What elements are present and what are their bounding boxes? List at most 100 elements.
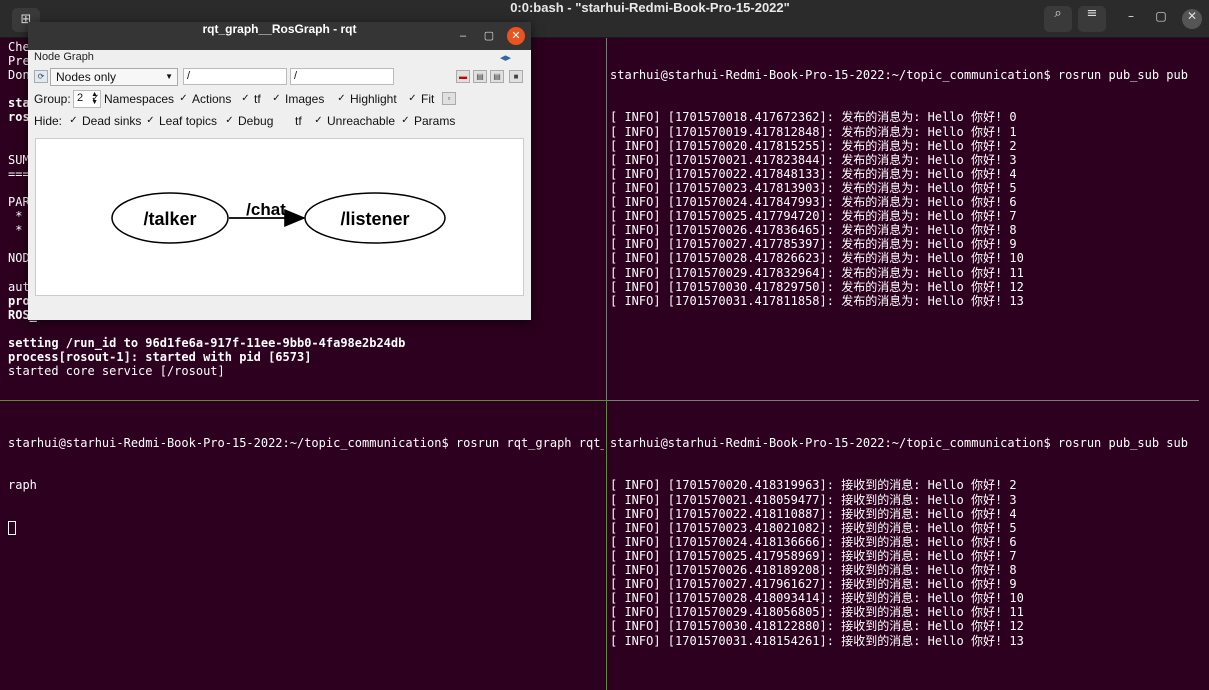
- checkbox-label: Fit: [421, 92, 435, 106]
- terminal-pane-bottom-right[interactable]: starhui@starhui-Redmi-Book-Pro-15-2022:~…: [610, 408, 1206, 688]
- save-svg-icon[interactable]: ▤: [490, 70, 504, 83]
- terminal-line: [ INFO] [1701570030.418122880]: 接收到的消息: …: [610, 619, 1024, 634]
- group-label: Group:: [34, 92, 71, 106]
- rqt-minimize-button[interactable]: –: [454, 27, 472, 45]
- checkbox-label: Params: [414, 114, 456, 128]
- hamburger-menu-icon[interactable]: ≡: [1078, 6, 1106, 32]
- rqt-close-button[interactable]: ✕: [507, 27, 525, 45]
- terminal-pane-bottom-left[interactable]: starhui@starhui-Redmi-Book-Pro-15-2022:~…: [8, 408, 604, 688]
- close-button[interactable]: ✕: [1182, 9, 1202, 29]
- save-image-icon[interactable]: ■: [509, 70, 523, 83]
- terminal-line: [ INFO] [1701570020.418319963]: 接收到的消息: …: [610, 478, 1017, 493]
- maximize-button[interactable]: ▢: [1151, 9, 1171, 29]
- checkbox-leaf-topics[interactable]: ✓: [145, 115, 156, 126]
- checkbox-label: Debug: [238, 114, 274, 128]
- terminal-line: [ INFO] [1701570023.418021082]: 接收到的消息: …: [610, 520, 1017, 535]
- refresh-icon[interactable]: ⟳: [34, 70, 48, 83]
- terminal-line: [ INFO] [1701570019.417812848]: 发布的消息为: …: [610, 124, 1017, 139]
- terminal-line: [ INFO] [1701570021.417823844]: 发布的消息为: …: [610, 152, 1017, 167]
- graph-svg: /talker /chat /listener: [111, 192, 446, 244]
- node-filter-input[interactable]: /: [183, 68, 287, 85]
- terminal-line: [ INFO] [1701570022.418110887]: 接收到的消息: …: [610, 506, 1017, 521]
- active-pane-border-top: [0, 400, 606, 401]
- pane-divider-right[interactable]: [607, 400, 1199, 401]
- edge-chat-label: /chat: [246, 200, 286, 219]
- terminal-line: [ INFO] [1701570029.418056805]: 接收到的消息: …: [610, 605, 1024, 620]
- search-icon[interactable]: ⌕: [1044, 6, 1072, 32]
- plugin-header: Node Graph ◂▸: [28, 50, 531, 66]
- checkbox-label: tf: [295, 114, 302, 128]
- terminal-line: process[rosout-1]: started with pid [657…: [8, 350, 312, 365]
- node-talker-label: /talker: [143, 209, 196, 229]
- checkbox-highlight[interactable]: ✓: [336, 93, 347, 104]
- terminal-line: [ INFO] [1701570022.417848133]: 发布的消息为: …: [610, 166, 1017, 181]
- graph-mode-select[interactable]: Nodes only ▼: [50, 68, 178, 86]
- chevron-down-icon: ▼: [165, 72, 173, 81]
- checkbox-label: Namespaces: [104, 92, 175, 106]
- terminal-line: [ INFO] [1701570024.417847993]: 发布的消息为: …: [610, 195, 1017, 210]
- text-cursor: [8, 521, 16, 536]
- checkbox-actions[interactable]: ✓: [178, 93, 189, 104]
- checkbox-label: tf: [254, 92, 261, 106]
- checkbox-label: Leaf topics: [159, 114, 218, 128]
- terminal-line: [ INFO] [1701570027.417961627]: 接收到的消息: …: [610, 577, 1017, 592]
- checkbox-label: Highlight: [350, 92, 397, 106]
- checkbox-label: Actions: [192, 92, 232, 106]
- checkbox-debug[interactable]: ✓: [224, 115, 235, 126]
- terminal-pane-top-right[interactable]: starhui@starhui-Redmi-Book-Pro-15-2022:~…: [610, 40, 1206, 398]
- terminal-line: [ INFO] [1701570021.418059477]: 接收到的消息: …: [610, 492, 1017, 507]
- terminal-line: [ INFO] [1701570023.417813903]: 发布的消息为: …: [610, 180, 1017, 195]
- plugin-settings-icon[interactable]: ◂▸: [500, 51, 511, 64]
- terminal-line: [ INFO] [1701570029.417832964]: 发布的消息为: …: [610, 265, 1024, 280]
- rqt-maximize-button[interactable]: ▢: [480, 27, 498, 45]
- terminal-line: started core service [/rosout]: [8, 364, 225, 379]
- checkbox-tf[interactable]: [281, 115, 292, 126]
- checkbox-tf[interactable]: ✓: [240, 93, 251, 104]
- load-dot-icon[interactable]: ▬: [456, 70, 470, 83]
- active-pane-border: [606, 400, 607, 690]
- rqt-graph-window[interactable]: rqt_graph__RosGraph - rqt – ▢ ✕ Node Gra…: [28, 22, 531, 320]
- terminal-line: [ INFO] [1701570025.417794720]: 发布的消息为: …: [610, 209, 1017, 224]
- group-row: Group: 2 ▲ ▼ ✓ Namespaces ✓ Actions ✓ tf ✓ Image…: [28, 88, 531, 110]
- terminal-line: [ INFO] [1701570031.418154261]: 接收到的消息: …: [610, 633, 1024, 648]
- checkbox-params[interactable]: ✓: [400, 115, 411, 126]
- node-listener-label: /listener: [340, 209, 409, 229]
- terminal-line: [ INFO] [1701570028.417826623]: 发布的消息为: …: [610, 251, 1024, 266]
- rqt-titlebar[interactable]: rqt_graph__RosGraph - rqt – ▢ ✕: [28, 22, 531, 50]
- hide-label: Hide:: [34, 114, 63, 128]
- terminal-line: setting /run_id to 96d1fe6a-917f-11ee-9b…: [8, 335, 406, 350]
- group-value: 2: [77, 92, 84, 104]
- terminal-line: [ INFO] [1701570018.417672362]: 发布的消息为: …: [610, 110, 1017, 125]
- checkbox-unreachable[interactable]: ✓: [313, 115, 324, 126]
- graph-canvas[interactable]: /talker /chat /listener: [35, 138, 524, 296]
- terminal-line: [ INFO] [1701570026.417836465]: 发布的消息为: …: [610, 223, 1017, 238]
- terminal-line: [ INFO] [1701570020.417815255]: 发布的消息为: …: [610, 138, 1017, 153]
- terminal-line: [ INFO] [1701570030.417829750]: 发布的消息为: …: [610, 279, 1024, 294]
- hide-row: Hide: ✓ Dead sinks ✓ Leaf topics ✓ Debug tf ✓ Un…: [28, 110, 531, 132]
- shell-prompt: starhui@starhui-Redmi-Book-Pro-15-2022:~…: [610, 68, 1188, 83]
- checkbox-label: Images: [285, 92, 325, 106]
- terminal-line: [ INFO] [1701570026.418189208]: 接收到的消息: …: [610, 563, 1017, 578]
- prompt-wrap: raph: [8, 478, 37, 493]
- topic-filter-input[interactable]: /: [290, 68, 394, 85]
- terminal-line: [ INFO] [1701570028.418093414]: 接收到的消息: …: [610, 591, 1024, 606]
- save-dot-icon[interactable]: ▤: [473, 70, 487, 83]
- checkbox-label: Unreachable: [327, 114, 396, 128]
- checkbox-fit[interactable]: ✓: [407, 93, 418, 104]
- graph-mode-value: Nodes only: [56, 70, 117, 84]
- terminal-line: [ INFO] [1701570027.417785397]: 发布的消息为: …: [610, 237, 1017, 252]
- shell-prompt: starhui@starhui-Redmi-Book-Pro-15-2022:~…: [610, 436, 1188, 451]
- checkbox-dead-sinks[interactable]: ✓: [68, 115, 79, 126]
- plugin-title: Node Graph: [34, 51, 94, 63]
- terminal-line: [ INFO] [1701570024.418136666]: 接收到的消息: …: [610, 534, 1017, 549]
- shell-prompt: starhui@starhui-Redmi-Book-Pro-15-2022:~…: [8, 436, 604, 451]
- checkbox-label: Dead sinks: [82, 114, 142, 128]
- terminal-line: [ INFO] [1701570031.417811858]: 发布的消息为: …: [610, 293, 1024, 308]
- terminal-line: [ INFO] [1701570025.417958969]: 接收到的消息: …: [610, 548, 1017, 563]
- fit-icon[interactable]: ▫: [442, 92, 456, 105]
- checkbox-images[interactable]: ✓: [271, 93, 282, 104]
- checkbox-namespaces[interactable]: ✓: [90, 93, 101, 104]
- minimize-button[interactable]: –: [1121, 9, 1141, 29]
- toolbar-row: ⟳ Nodes only ▼ / / ▬ ▤ ▤ ■: [28, 66, 531, 88]
